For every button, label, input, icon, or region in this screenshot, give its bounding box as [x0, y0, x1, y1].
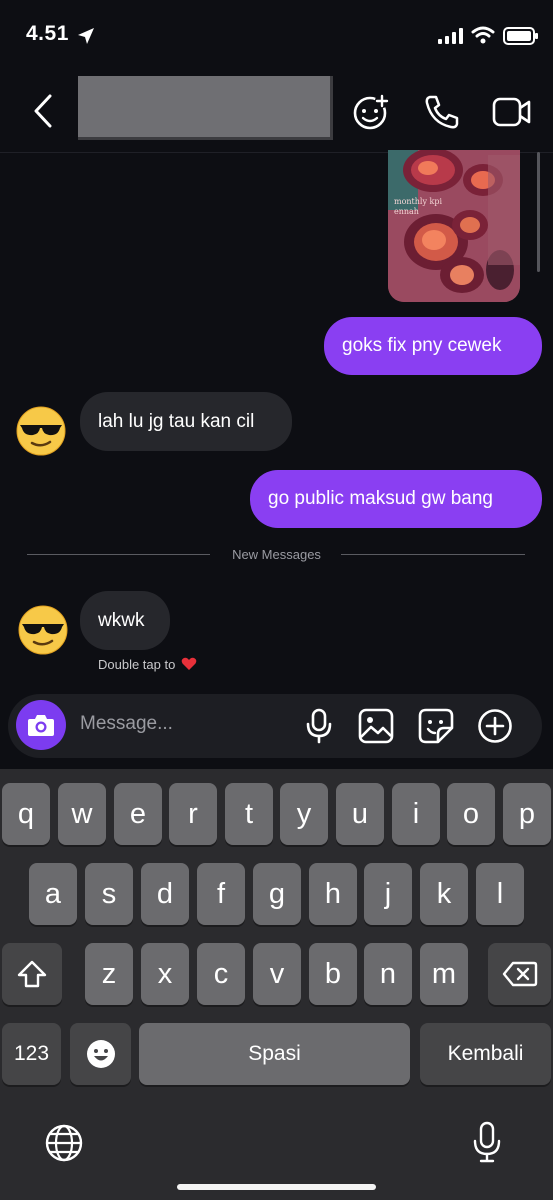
key-m[interactable]: m	[420, 943, 468, 1005]
key-h[interactable]: h	[309, 863, 357, 925]
key-l[interactable]: l	[476, 863, 524, 925]
key-u[interactable]: u	[336, 783, 384, 845]
avatar-sunglasses-emoji-icon[interactable]	[18, 605, 68, 655]
key-r[interactable]: r	[169, 783, 217, 845]
backspace-icon	[502, 961, 537, 987]
key-n[interactable]: n	[364, 943, 412, 1005]
return-key[interactable]: Kembali	[420, 1023, 551, 1085]
key-o[interactable]: o	[447, 783, 495, 845]
camera-button[interactable]	[16, 700, 66, 750]
key-k[interactable]: k	[420, 863, 468, 925]
emoji-add-icon[interactable]	[352, 93, 390, 131]
cellular-signal-icon	[438, 28, 463, 44]
video-camera-icon[interactable]	[492, 96, 532, 128]
home-indicator[interactable]	[177, 1184, 376, 1190]
key-w[interactable]: w	[58, 783, 106, 845]
shift-icon	[17, 960, 47, 988]
shift-key[interactable]	[2, 943, 62, 1005]
scroll-indicator	[537, 152, 540, 272]
message-text: wkwk	[98, 609, 145, 631]
message-incoming[interactable]: lah lu jg tau kan cil	[80, 392, 292, 451]
wifi-icon	[471, 26, 495, 44]
double-tap-hint: Double tap to	[98, 657, 197, 672]
sticker-icon[interactable]	[418, 708, 454, 744]
numbers-key[interactable]: 123	[2, 1023, 61, 1085]
key-y[interactable]: y	[280, 783, 328, 845]
plus-circle-icon[interactable]	[477, 708, 513, 744]
key-c[interactable]: c	[197, 943, 245, 1005]
key-e[interactable]: e	[114, 783, 162, 845]
key-d[interactable]: d	[141, 863, 189, 925]
gallery-icon[interactable]	[358, 708, 394, 744]
new-messages-divider-label: New Messages	[232, 547, 321, 562]
message-text: lah lu jg tau kan cil	[98, 410, 255, 432]
location-arrow-icon	[78, 28, 94, 44]
microphone-icon[interactable]	[305, 708, 333, 744]
key-t[interactable]: t	[225, 783, 273, 845]
contact-name-redacted[interactable]	[78, 76, 333, 140]
key-v[interactable]: v	[253, 943, 301, 1005]
message-input[interactable]: Message...	[80, 713, 173, 735]
message-text: goks fix pny cewek	[342, 335, 502, 356]
key-f[interactable]: f	[197, 863, 245, 925]
status-time: 4.51	[26, 22, 69, 45]
divider-line-left	[27, 554, 210, 555]
shared-photo[interactable]	[388, 150, 520, 302]
key-x[interactable]: x	[141, 943, 189, 1005]
key-s[interactable]: s	[85, 863, 133, 925]
message-outgoing[interactable]: goks fix pny cewek	[324, 317, 542, 375]
key-p[interactable]: p	[503, 783, 551, 845]
key-g[interactable]: g	[253, 863, 301, 925]
avatar-sunglasses-emoji-icon[interactable]	[16, 406, 66, 456]
message-outgoing[interactable]: go public maksud gw bang	[250, 470, 542, 528]
message-text: go public maksud gw bang	[268, 488, 493, 509]
space-key[interactable]: Spasi	[139, 1023, 410, 1085]
back-chevron-icon[interactable]	[32, 94, 54, 128]
emoji-key[interactable]	[70, 1023, 131, 1085]
dictation-icon[interactable]	[472, 1121, 502, 1165]
globe-icon[interactable]	[44, 1123, 84, 1163]
key-z[interactable]: z	[85, 943, 133, 1005]
heart-icon	[181, 657, 197, 670]
photo-caption: monthly kpi ennah	[394, 197, 443, 216]
camera-icon	[28, 715, 54, 736]
key-i[interactable]: i	[392, 783, 440, 845]
message-incoming[interactable]: wkwk	[80, 591, 170, 650]
key-q[interactable]: q	[2, 783, 50, 845]
battery-icon	[503, 27, 538, 45]
key-j[interactable]: j	[364, 863, 412, 925]
key-a[interactable]: a	[29, 863, 77, 925]
emoji-icon	[86, 1040, 115, 1068]
divider-line-right	[341, 554, 525, 555]
backspace-key[interactable]	[488, 943, 551, 1005]
key-b[interactable]: b	[309, 943, 357, 1005]
phone-icon[interactable]	[424, 94, 460, 130]
